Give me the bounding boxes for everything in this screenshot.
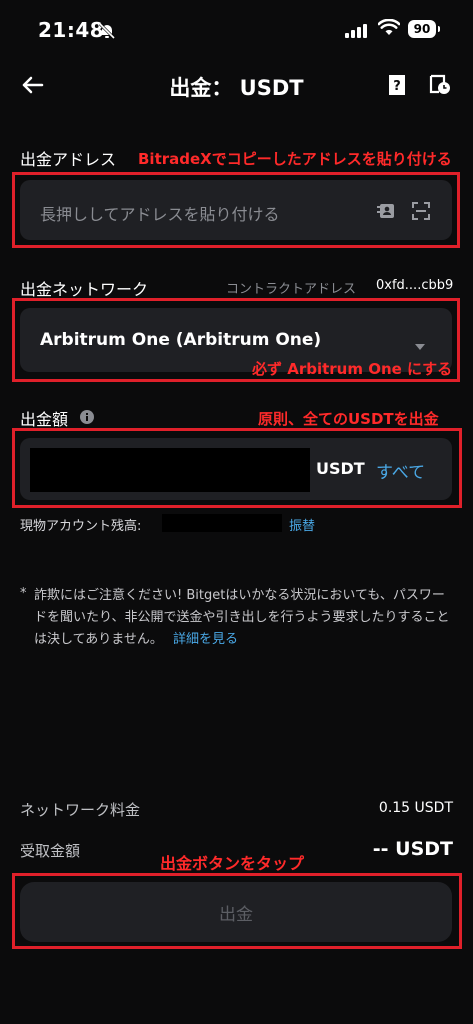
wifi-icon [377,18,401,41]
svg-text:?: ? [393,79,401,94]
chevron-down-icon [414,336,426,355]
address-annotation: BitradeXでコピーしたアドレスを貼り付ける [138,150,452,168]
fraud-warning: 詐欺にはご注意ください! Bitgetはいかなる状況においても、パスワードを聞い… [34,585,452,651]
address-label: 出金アドレス [20,150,117,169]
balance-label: 現物アカウント残高: [20,519,142,534]
network-fee-value: 0.15 USDT [378,800,453,816]
warning-asterisk: * [20,586,27,601]
scan-qr-icon[interactable] [412,202,430,224]
cellular-signal-icon [345,22,367,38]
help-document-icon[interactable]: ? [387,74,407,100]
network-selected-value: Arbitrum One (Arbitrum One) [40,330,322,350]
amount-redacted [30,448,310,492]
receive-amount-value: -- USDT [372,838,453,860]
amount-currency: USDT [316,459,365,478]
receive-amount-label: 受取金額 [20,842,81,860]
contract-address-value[interactable]: 0xfd....cbb9 [376,278,453,293]
all-amount-button[interactable]: すべて [376,458,425,483]
amount-annotation: 原則、全てのUSDTを出金 [258,410,439,428]
details-link[interactable]: 詳細を見る [173,632,238,647]
withdraw-button[interactable]: 出金 [20,882,452,942]
transfer-link[interactable]: 振替 [289,515,315,534]
network-label: 出金ネットワーク [20,280,149,299]
address-book-icon[interactable] [377,202,395,224]
amount-input[interactable]: USDT すべて [20,438,452,500]
network-annotation: 必ず Arbitrum One にする [252,360,453,378]
submit-annotation: 出金ボタンをタップ [160,854,305,873]
warning-text: 詐欺にはご注意ください! Bitgetはいかなる状況においても、パスワードを聞い… [34,588,450,647]
network-fee-label: ネットワーク料金 [20,801,141,819]
history-record-icon[interactable] [429,73,451,99]
bell-muted-icon [98,22,116,44]
contract-address-label: コントラクトアドレス [226,282,357,297]
battery-indicator: 90 [408,20,440,38]
address-placeholder: 長押ししてアドレスを貼り付ける [40,205,280,224]
status-time: 21:48 [38,18,105,42]
address-input[interactable]: 長押ししてアドレスを貼り付ける [20,180,452,240]
info-icon[interactable] [79,409,95,429]
balance-redacted [162,514,282,532]
amount-label: 出金額 [20,410,69,429]
